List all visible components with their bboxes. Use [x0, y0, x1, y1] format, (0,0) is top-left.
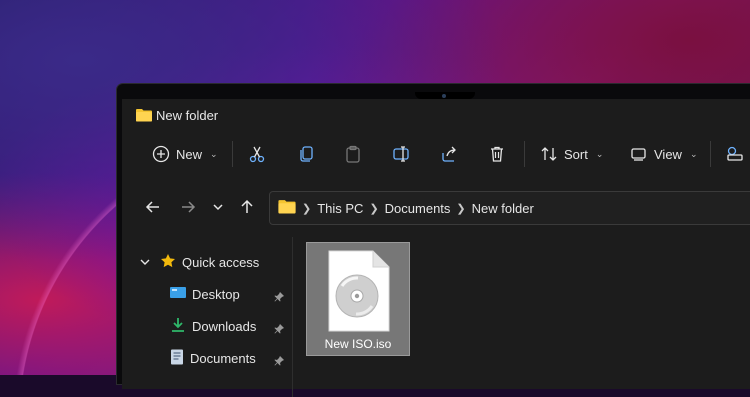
clipboard-icon [344, 145, 362, 163]
breadcrumb-this-pc[interactable]: This PC [317, 201, 363, 216]
back-button[interactable] [143, 197, 163, 217]
scissors-icon [248, 145, 266, 163]
chevron-down-icon: ⌄ [595, 148, 604, 159]
sidebar-item-desktop[interactable]: Desktop [170, 281, 290, 307]
sidebar-item-quick-access[interactable]: Quick access [140, 249, 259, 275]
toolbar-divider [524, 141, 525, 167]
navigation-pane: Quick access Desktop Downloads Documents [122, 237, 292, 397]
desktop-icon [170, 286, 186, 303]
sidebar-item-documents[interactable]: Documents [170, 345, 290, 371]
arrow-left-icon [145, 201, 159, 213]
arrow-up-icon [241, 199, 253, 213]
new-button-label: New [176, 146, 203, 162]
copy-icon [298, 145, 316, 163]
file-name-label: New ISO.iso [324, 337, 392, 351]
copy-button[interactable] [298, 135, 316, 173]
folder-icon [136, 108, 152, 127]
share-icon [440, 145, 458, 163]
rename-icon [392, 145, 412, 163]
star-icon [160, 253, 176, 272]
sort-button-label: Sort [564, 146, 588, 162]
chevron-down-icon: ⌄ [689, 148, 698, 159]
folder-icon [278, 199, 296, 217]
chevron-right-icon: ❯ [302, 202, 312, 215]
share-button[interactable] [440, 135, 458, 173]
pin-icon[interactable] [274, 289, 284, 307]
chevron-down-icon [213, 204, 223, 211]
sidebar-item-label: Desktop [192, 286, 240, 302]
breadcrumb-documents[interactable]: Documents [385, 201, 451, 216]
forward-button[interactable] [178, 197, 198, 217]
pin-icon[interactable] [274, 321, 284, 339]
file-item[interactable]: New ISO.iso [306, 242, 410, 356]
sidebar-item-label: Documents [190, 350, 256, 366]
pane-divider[interactable] [292, 237, 293, 397]
chevron-down-icon [140, 255, 150, 270]
view-icon [630, 145, 648, 163]
view-button[interactable]: View ⌄ [630, 135, 698, 173]
cut-button[interactable] [248, 135, 266, 173]
trash-icon [488, 145, 506, 163]
arrow-right-icon [182, 201, 196, 213]
documents-icon [170, 349, 184, 368]
downloads-icon [170, 317, 186, 336]
address-bar[interactable]: ❯ This PC ❯ Documents ❯ New folder [269, 191, 750, 225]
map-drive-button[interactable] [726, 135, 744, 173]
chevron-right-icon: ❯ [369, 202, 379, 215]
webcam-icon [442, 94, 446, 98]
disc-image-file-icon [328, 250, 390, 337]
rename-button[interactable] [392, 135, 412, 173]
sidebar-item-downloads[interactable]: Downloads [170, 313, 290, 339]
plus-circle-icon [152, 145, 170, 163]
network-drive-icon [726, 145, 744, 163]
sidebar-item-label: Downloads [192, 318, 257, 334]
toolbar-divider [710, 141, 711, 167]
chevron-down-icon: ⌄ [210, 148, 218, 159]
file-explorer-window: New folder New ⌄ Sort ⌄ View ⌄ ❯ This PC… [122, 99, 750, 397]
paste-button[interactable] [344, 135, 362, 173]
sort-icon [540, 145, 558, 163]
sort-button[interactable]: Sort ⌄ [540, 135, 603, 173]
new-button[interactable]: New ⌄ [152, 135, 218, 173]
window-title: New folder [156, 108, 219, 123]
title-bar: New folder [122, 99, 750, 131]
toolbar-divider [232, 141, 233, 167]
navigation-bar: ❯ This PC ❯ Documents ❯ New folder [122, 187, 750, 227]
delete-button[interactable] [488, 135, 506, 173]
pin-icon[interactable] [274, 353, 284, 371]
up-button[interactable] [237, 197, 257, 217]
breadcrumb-new-folder[interactable]: New folder [472, 201, 534, 216]
view-button-label: View [654, 146, 682, 162]
recent-locations-button[interactable] [208, 197, 228, 217]
command-bar: New ⌄ Sort ⌄ View ⌄ [122, 135, 750, 173]
sidebar-item-label: Quick access [182, 254, 260, 270]
chevron-right-icon: ❯ [456, 202, 466, 215]
